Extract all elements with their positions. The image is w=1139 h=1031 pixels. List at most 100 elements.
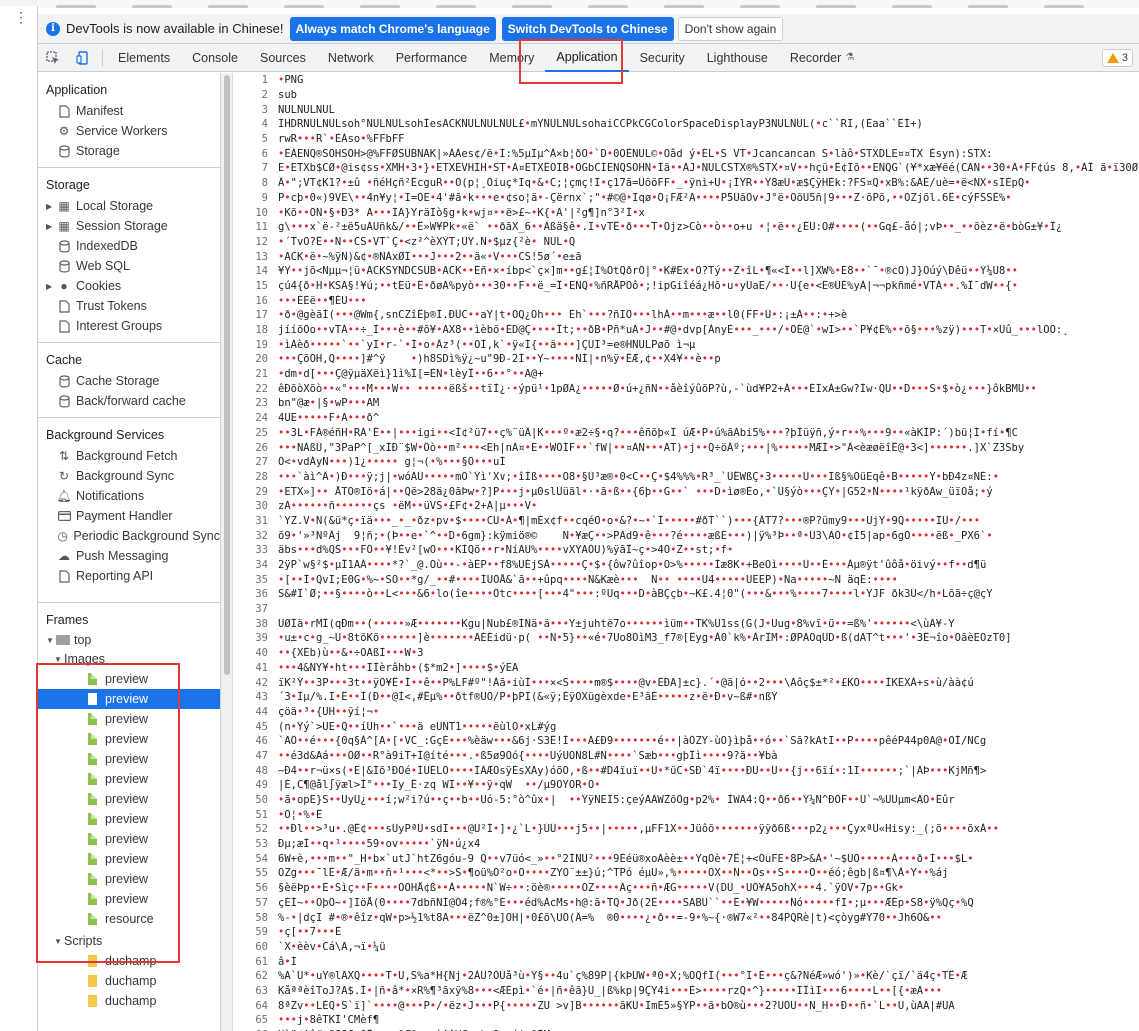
- collapse-arrow-icon[interactable]: ▼: [46, 636, 56, 645]
- frame-top[interactable]: ▼ top: [38, 631, 220, 649]
- tab-console[interactable]: Console: [181, 44, 249, 72]
- code-line: 11 g\•••x`ë-²±ë5uÀÜñk&/••Ê»W¥Pk•«ë` ••ðãX…: [234, 220, 1139, 235]
- frame-images-folder[interactable]: ▼ Images: [38, 649, 220, 669]
- resource-content-view[interactable]: 1 •PNG 2 sub 3 NULNULNUL 4 IHDRNULNULsoh°NULNUL…: [234, 73, 1139, 1031]
- code-line: 64 8ªZv••LÉQ•S`ï]`••••@•••P•/•ëz•J•••P{••…: [234, 998, 1139, 1013]
- tab-elements[interactable]: Elements: [107, 44, 181, 72]
- sidebar-scrollbar[interactable]: [221, 73, 233, 1031]
- line-number: 48: [255, 764, 268, 777]
- tab-performance[interactable]: Performance: [385, 44, 479, 72]
- code-text: ´3•Ìµ/%.I•Ê••Ì(Ð••@Ì<,#Êµ%••ðtf®ÜÕ/P•þPI…: [278, 691, 778, 704]
- line-number: 1: [261, 74, 268, 87]
- image-item-preview-7[interactable]: preview: [38, 789, 220, 809]
- image-item-preview-8[interactable]: preview: [38, 809, 220, 829]
- code-line: 57 çÉÌ~••ÖþÕ~•]IöÅ(0••••7dbñÑÍ@Õ4;f®%°È••…: [234, 896, 1139, 911]
- code-text: IHDRNULNULsoh°NULNULsohÌesACKNULNULNUL£•…: [278, 118, 923, 131]
- sidebar-item-background-sync[interactable]: ↻ Background Sync: [38, 466, 220, 486]
- gear-icon: ⚙: [58, 124, 70, 138]
- collapse-arrow-icon[interactable]: ▼: [54, 937, 64, 946]
- sidebar-item-background-fetch[interactable]: ⇅ Background Fetch: [38, 446, 220, 466]
- sidebar-item-payment-handler[interactable]: Payment Handler: [38, 506, 220, 526]
- warnings-count: 3: [1121, 51, 1128, 64]
- code-line: 29 •ETX»]•• ÅTÕ®Ïö•á|••Që>28ä¿0ãÞw•?]P•••…: [234, 484, 1139, 499]
- code-text: â•Ì: [278, 955, 297, 968]
- script-item-2[interactable]: duchamp: [38, 971, 220, 991]
- line-number: 61: [255, 955, 268, 968]
- line-number: 51: [255, 808, 268, 821]
- image-item-preview-12[interactable]: preview: [38, 889, 220, 909]
- code-text: rwR•••R`•ÈÀso•%FFbFF: [278, 133, 405, 146]
- line-number: 2: [261, 89, 268, 102]
- tab-lighthouse[interactable]: Lighthouse: [696, 44, 779, 72]
- script-item-label: duchamp: [105, 994, 157, 1008]
- code-line: 65 •••j•8êTKÌ'CMèf¶: [234, 1013, 1139, 1028]
- expand-arrow-icon[interactable]: ▶: [46, 282, 56, 291]
- device-toolbar-icon[interactable]: [68, 44, 98, 72]
- code-text: •ÊÀENQ®SOHSOH>@%FFØSUBNAK|»ÄÀes¢/ë•Ì:%5µ…: [278, 147, 993, 160]
- image-item-preview-1[interactable]: preview: [38, 669, 220, 689]
- sidebar-item-local-storage[interactable]: ▶ ▦ Local Storage: [38, 196, 220, 216]
- image-item-resource[interactable]: resource: [38, 909, 220, 929]
- sidebar-item-web-sql[interactable]: Web SQL: [38, 256, 220, 276]
- warnings-badge[interactable]: 3: [1101, 48, 1133, 67]
- code-line: 24 4ÛE•••••F•Ã•••ð^: [234, 411, 1139, 426]
- image-item-preview-6[interactable]: preview: [38, 769, 220, 789]
- expand-arrow-icon[interactable]: ▶: [46, 222, 56, 231]
- expand-arrow-icon[interactable]: ▶: [46, 202, 56, 211]
- sidebar-item-service-workers[interactable]: ⚙ Service Workers: [38, 121, 220, 141]
- line-number: 33: [255, 544, 268, 557]
- code-text: 2ÿP`w§²$•µÎ1AÀ••••*?`_@.Óù••-•àÉP••f8%ÚÉ…: [278, 559, 987, 572]
- inspect-element-icon[interactable]: [38, 44, 68, 72]
- script-item-3[interactable]: duchamp: [38, 991, 220, 1011]
- code-line: 9 P•cþ•0«)9VE\••4n¥y¦•I=ÕE•4'#ã•k•••e•¢so…: [234, 191, 1139, 206]
- sidebar-item-session-storage[interactable]: ▶ ▦ Session Storage: [38, 216, 220, 236]
- image-item-preview-10[interactable]: preview: [38, 849, 220, 869]
- sidebar-item-back-forward-cache[interactable]: Back/forward cache: [38, 391, 220, 411]
- frame-scripts-folder[interactable]: ▼ Scripts: [38, 931, 220, 951]
- code-text: bn"@æ•|§•wP•••AM: [278, 397, 380, 410]
- collapse-arrow-icon[interactable]: ▼: [54, 655, 64, 664]
- tab-security[interactable]: Security: [629, 44, 696, 72]
- code-line: 21 •dm•d[•••Ç@ÿµäXëì}1ì%Î[=ÈÑ•lèyÎ••6••°•…: [234, 367, 1139, 382]
- sidebar-item-indexeddb[interactable]: IndexedDB: [38, 236, 220, 256]
- sidebar-item-reporting-api[interactable]: Reporting API: [38, 566, 220, 586]
- sidebar-scrollbar-thumb[interactable]: [224, 75, 230, 675]
- image-item-preview-2[interactable]: preview: [38, 689, 220, 709]
- image-file-icon: [88, 893, 97, 905]
- dont-show-again-button[interactable]: Don't show again: [677, 16, 784, 41]
- sidebar-item-manifest[interactable]: Manifest: [38, 101, 220, 121]
- tab-memory[interactable]: Memory: [478, 44, 545, 72]
- image-item-preview-4[interactable]: preview: [38, 729, 220, 749]
- sidebar-item-push-messaging[interactable]: ☁ Push Messaging: [38, 546, 220, 566]
- script-item-1[interactable]: duchamp: [38, 951, 220, 971]
- sidebar-item-cache-storage[interactable]: Cache Storage: [38, 371, 220, 391]
- sidebar-item-interest-groups[interactable]: Interest Groups: [38, 316, 220, 336]
- sidebar-item-storage[interactable]: Storage: [38, 141, 220, 161]
- sidebar-item-notifications[interactable]: 🔔︎ Notifications: [38, 486, 220, 506]
- sidebar-item-periodic-sync[interactable]: ◷ Periodic Background Sync: [38, 526, 220, 546]
- image-file-icon: [88, 793, 97, 805]
- line-number: 62: [255, 970, 268, 983]
- kebab-menu-icon[interactable]: ⋮: [14, 10, 28, 24]
- match-language-button[interactable]: Always match Chrome's language: [289, 16, 496, 41]
- tab-network[interactable]: Network: [317, 44, 385, 72]
- code-text: êÐõòXõò••«°•••M•••W•• •••••ëßš••tïÌ¿·•ýp…: [278, 382, 1037, 395]
- tab-sources[interactable]: Sources: [249, 44, 317, 72]
- sidebar-item-cookies[interactable]: ▶ ● Cookies: [38, 276, 220, 296]
- page-topbar: [0, 0, 38, 6]
- sidebar-item-trust-tokens[interactable]: Trust Tokens: [38, 296, 220, 316]
- switch-chinese-button[interactable]: Switch DevTools to Chinese: [501, 16, 674, 41]
- tab-recorder[interactable]: Recorder ⚗: [779, 44, 865, 72]
- line-number: 56: [255, 882, 268, 895]
- image-item-preview-5[interactable]: preview: [38, 749, 220, 769]
- code-line: 30 zÃ••••••ñ••••••çs •ëM••üVS•£F¢•2+Ä|µ••…: [234, 499, 1139, 514]
- code-line: 36 S&#Ï`Ø;••§••••ò••L<•••&6•lo(îe••••Ôtc•…: [234, 587, 1139, 602]
- tab-application[interactable]: Application: [545, 44, 629, 72]
- scripts-folder-label: Scripts: [64, 934, 103, 948]
- image-item-label: preview: [105, 852, 149, 866]
- code-line: 17 •ð•@gèãÌ(•••@Wm{,snCZîÊþ®Ì.ÐÛC••aY|t•Ó…: [234, 308, 1139, 323]
- image-item-preview-9[interactable]: preview: [38, 829, 220, 849]
- image-file-icon: [88, 733, 97, 745]
- image-item-preview-3[interactable]: preview: [38, 709, 220, 729]
- image-item-preview-11[interactable]: preview: [38, 869, 220, 889]
